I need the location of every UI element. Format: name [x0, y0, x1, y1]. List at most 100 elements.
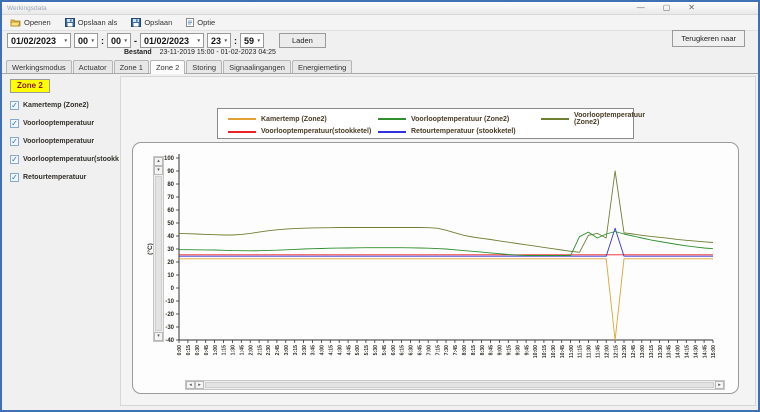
checkbox-checked-icon[interactable]: ✓: [10, 101, 19, 110]
minimize-icon[interactable]: —: [637, 4, 645, 12]
series-checkbox-label: Voorlooptemperatuur: [23, 138, 94, 145]
to-minute-field[interactable]: 59 ▾: [240, 33, 264, 48]
title-bar: Werkingsdata — ▢ ✕: [2, 2, 758, 15]
vertical-scrollbar[interactable]: ▴ ▾ ▾: [153, 156, 164, 342]
save-as-button[interactable]: Opslaan als: [65, 18, 118, 27]
chevron-down-icon[interactable]: ▾: [197, 38, 200, 44]
file-info: Bestand 23-11-2019 15:00 - 01-02-2023 04…: [124, 49, 276, 56]
svg-text:12:45: 12:45: [631, 345, 637, 358]
open-button[interactable]: Openen: [10, 18, 51, 27]
series-checkbox-item[interactable]: ✓Voorlooptemperatuur: [10, 119, 119, 128]
chevron-down-icon[interactable]: ▾: [64, 38, 67, 44]
tab-werkingsmodus[interactable]: Werkingsmodus: [6, 60, 72, 73]
to-date-value: 01/02/2023: [144, 36, 189, 46]
svg-text:1:45: 1:45: [240, 345, 246, 355]
tab-actuator[interactable]: Actuator: [73, 60, 113, 73]
to-date-field[interactable]: 01/02/2023 ▾: [140, 33, 204, 48]
checkbox-checked-icon[interactable]: ✓: [10, 137, 19, 146]
svg-text:-30: -30: [165, 325, 174, 331]
tab-storing[interactable]: Storing: [186, 60, 222, 73]
tab-zone-1[interactable]: Zone 1: [114, 60, 149, 73]
legend-item: Voorlooptemperatuur (Zone2): [378, 112, 541, 126]
tab-energiemeting[interactable]: Energiemeting: [292, 60, 352, 73]
terugkeren-button[interactable]: Terugkeren naar: [672, 30, 745, 47]
scroll-left-icon[interactable]: ◂: [186, 381, 195, 389]
svg-text:3:00: 3:00: [284, 345, 290, 355]
scroll-down-icon[interactable]: ▾: [154, 332, 163, 341]
svg-text:14:15: 14:15: [685, 345, 691, 358]
svg-text:10:15: 10:15: [542, 345, 548, 358]
legend-label: Voorlooptemperatuur(stookketel): [261, 128, 371, 135]
series-line: [179, 171, 713, 252]
save-as-button-label: Opslaan als: [78, 18, 118, 27]
svg-text:6:45: 6:45: [418, 345, 424, 355]
svg-text:9:15: 9:15: [507, 345, 513, 355]
to-hour-field[interactable]: 23 ▾: [207, 33, 231, 48]
svg-text:5:45: 5:45: [382, 345, 388, 355]
chevron-down-icon[interactable]: ▾: [257, 38, 260, 44]
svg-text:1:15: 1:15: [222, 345, 228, 355]
svg-text:14:45: 14:45: [702, 345, 708, 358]
option-button[interactable]: Optie: [186, 18, 215, 27]
series-checkbox-item[interactable]: ✓Voorlooptemperatuur(stookk: [10, 155, 119, 164]
svg-text:4:45: 4:45: [346, 345, 352, 355]
svg-text:-10: -10: [165, 299, 174, 305]
tab-signaalingangen[interactable]: Signaalingangen: [223, 60, 291, 73]
save-icon: [131, 18, 141, 27]
svg-text:6:30: 6:30: [409, 345, 415, 355]
svg-text:8:15: 8:15: [471, 345, 477, 355]
from-hour-value: 00: [78, 36, 88, 46]
svg-text:7:45: 7:45: [453, 345, 459, 355]
svg-text:11:45: 11:45: [596, 345, 602, 358]
series-checkbox-item[interactable]: ✓ Retourtemperatuur: [10, 173, 119, 182]
horizontal-scroll-track[interactable]: [205, 382, 714, 388]
svg-text:80: 80: [167, 182, 174, 188]
scroll-up-icon[interactable]: ▴: [154, 157, 163, 166]
svg-text:20: 20: [167, 260, 174, 266]
laden-button[interactable]: Laden: [279, 33, 326, 48]
checkbox-checked-icon[interactable]: ✓: [10, 155, 19, 164]
from-minute-field[interactable]: 00 ▾: [107, 33, 131, 48]
from-date-field[interactable]: 01/02/2023 ▾: [7, 33, 71, 48]
svg-text:3:15: 3:15: [293, 345, 299, 355]
svg-text:11:00: 11:00: [569, 345, 575, 358]
scroll-right-icon[interactable]: ▸: [195, 381, 204, 389]
horizontal-scrollbar[interactable]: ◂ ▸ ▸: [185, 380, 725, 390]
svg-text:2:45: 2:45: [275, 345, 281, 355]
from-minute-value: 00: [111, 36, 121, 46]
svg-text:6:15: 6:15: [400, 345, 406, 355]
svg-text:8:45: 8:45: [489, 345, 495, 355]
save-button-label: Opslaan: [144, 18, 172, 27]
maximize-icon[interactable]: ▢: [663, 4, 671, 12]
legend-label: Kamertemp (Zone2): [261, 116, 327, 123]
tab-strip: WerkingsmodusActuatorZone 1Zone 2Storing…: [2, 59, 758, 74]
svg-text:2:30: 2:30: [266, 345, 272, 355]
series-checkbox-label: Retourtemperatuur: [23, 174, 86, 181]
scroll-right-icon[interactable]: ▸: [715, 381, 724, 389]
legend-item: Voorlooptemperatuur(stookketel): [228, 128, 378, 135]
app-window: Werkingsdata — ▢ ✕ Openen Opslaan als Op…: [0, 0, 760, 412]
zone-badge: Zone 2: [10, 79, 50, 93]
chevron-down-icon[interactable]: ▾: [124, 38, 127, 44]
vertical-scroll-track[interactable]: [155, 176, 162, 331]
scroll-down-icon[interactable]: ▾: [154, 166, 163, 175]
svg-text:12:00: 12:00: [604, 345, 610, 358]
svg-text:60: 60: [167, 208, 174, 214]
svg-text:0:30: 0:30: [195, 345, 201, 355]
series-checkbox-item[interactable]: ✓ Voorlooptemperatuur: [10, 137, 119, 146]
checkbox-checked-icon[interactable]: ✓: [10, 119, 19, 128]
from-hour-field[interactable]: 00 ▾: [74, 33, 98, 48]
chart-legend: Kamertemp (Zone2) Voorlooptemperatuur (Zo…: [217, 108, 634, 139]
save-button[interactable]: Opslaan: [131, 18, 172, 27]
checkbox-checked-icon[interactable]: ✓: [10, 173, 19, 182]
tab-zone-2[interactable]: Zone 2: [150, 60, 185, 74]
chevron-down-icon[interactable]: ▾: [91, 38, 94, 44]
legend-label: Voorlooptemperatuur (Zone2): [574, 112, 645, 126]
series-checkbox-item[interactable]: ✓Kamertemp (Zone2): [10, 101, 119, 110]
svg-text:70: 70: [167, 195, 174, 201]
svg-text:1:00: 1:00: [213, 345, 219, 355]
to-minute-value: 59: [244, 36, 254, 46]
chevron-down-icon[interactable]: ▾: [224, 38, 227, 44]
svg-text:2:15: 2:15: [257, 345, 263, 355]
close-icon[interactable]: ✕: [688, 4, 695, 12]
